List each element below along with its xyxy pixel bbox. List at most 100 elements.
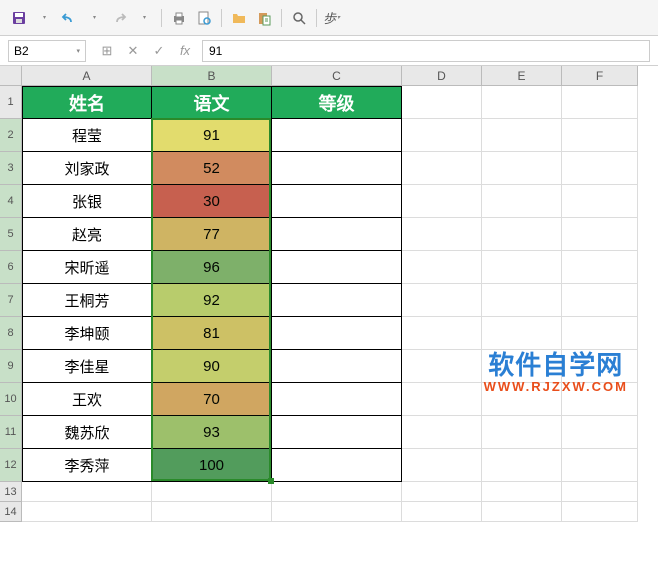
fx-icon[interactable]: fx (172, 40, 198, 62)
grade-cell[interactable] (272, 383, 402, 416)
cell[interactable] (562, 449, 638, 482)
row-header-8[interactable]: 8 (0, 317, 22, 350)
cell[interactable] (402, 251, 482, 284)
cell[interactable] (482, 152, 562, 185)
grade-cell[interactable] (272, 218, 402, 251)
score-cell[interactable]: 92 (152, 284, 272, 317)
cell[interactable] (482, 449, 562, 482)
col-header-F[interactable]: F (562, 66, 638, 86)
grade-cell[interactable] (272, 251, 402, 284)
score-cell[interactable]: 100 (152, 449, 272, 482)
row-header-12[interactable]: 12 (0, 449, 22, 482)
row-header-14[interactable]: 14 (0, 502, 22, 522)
score-cell[interactable]: 70 (152, 383, 272, 416)
cell[interactable] (562, 251, 638, 284)
grade-cell[interactable] (272, 284, 402, 317)
score-cell[interactable]: 91 (152, 119, 272, 152)
name-cell[interactable]: 李佳星 (22, 350, 152, 383)
col-header-B[interactable]: B (152, 66, 272, 86)
row-header-1[interactable]: 1 (0, 86, 22, 119)
name-cell[interactable]: 王桐芳 (22, 284, 152, 317)
row-header-11[interactable]: 11 (0, 416, 22, 449)
cell[interactable] (402, 185, 482, 218)
cancel-icon[interactable]: ✕ (120, 40, 146, 62)
undo-dropdown-icon[interactable]: ▾ (83, 7, 105, 29)
header-cell-0[interactable]: 姓名 (22, 86, 152, 119)
name-cell[interactable]: 魏苏欣 (22, 416, 152, 449)
cell[interactable] (402, 383, 482, 416)
cell[interactable] (482, 317, 562, 350)
cell[interactable] (562, 86, 638, 119)
cell[interactable] (402, 218, 482, 251)
cell[interactable] (482, 86, 562, 119)
cell[interactable] (562, 482, 638, 502)
row-header-3[interactable]: 3 (0, 152, 22, 185)
row-header-5[interactable]: 5 (0, 218, 22, 251)
cell[interactable] (22, 502, 152, 522)
cell[interactable] (562, 350, 638, 383)
score-cell[interactable]: 52 (152, 152, 272, 185)
undo-icon[interactable] (58, 7, 80, 29)
cell[interactable] (482, 218, 562, 251)
col-header-D[interactable]: D (402, 66, 482, 86)
cell[interactable] (562, 218, 638, 251)
cell[interactable] (402, 152, 482, 185)
cell[interactable] (402, 86, 482, 119)
cell[interactable] (482, 482, 562, 502)
cell[interactable] (152, 502, 272, 522)
print-icon[interactable] (168, 7, 190, 29)
cell[interactable] (482, 251, 562, 284)
col-header-E[interactable]: E (482, 66, 562, 86)
cell[interactable] (402, 350, 482, 383)
grade-cell[interactable] (272, 152, 402, 185)
header-cell-1[interactable]: 语文 (152, 86, 272, 119)
name-cell[interactable]: 宋昕遥 (22, 251, 152, 284)
save-icon[interactable] (8, 7, 30, 29)
grade-cell[interactable] (272, 449, 402, 482)
cell[interactable] (402, 284, 482, 317)
redo-dropdown-icon[interactable]: ▾ (133, 7, 155, 29)
cell[interactable] (402, 119, 482, 152)
redo-icon[interactable] (108, 7, 130, 29)
cell[interactable] (152, 482, 272, 502)
paste-icon[interactable] (253, 7, 275, 29)
cell[interactable] (562, 416, 638, 449)
cell[interactable] (402, 416, 482, 449)
row-header-10[interactable]: 10 (0, 383, 22, 416)
cell[interactable] (482, 284, 562, 317)
col-header-A[interactable]: A (22, 66, 152, 86)
cell[interactable] (482, 119, 562, 152)
row-header-13[interactable]: 13 (0, 482, 22, 502)
score-cell[interactable]: 93 (152, 416, 272, 449)
expand-icon[interactable]: ⊞ (94, 40, 120, 62)
name-cell[interactable]: 赵亮 (22, 218, 152, 251)
row-header-4[interactable]: 4 (0, 185, 22, 218)
cell[interactable] (482, 350, 562, 383)
save-dropdown-icon[interactable]: ▾ (33, 7, 55, 29)
cell[interactable] (562, 502, 638, 522)
cell[interactable] (482, 185, 562, 218)
select-all-corner[interactable] (0, 66, 22, 86)
header-cell-2[interactable]: 等级 (272, 86, 402, 119)
cell[interactable] (402, 449, 482, 482)
name-cell[interactable]: 张银 (22, 185, 152, 218)
row-header-6[interactable]: 6 (0, 251, 22, 284)
name-cell[interactable]: 程莹 (22, 119, 152, 152)
formula-input[interactable]: 91 (202, 40, 650, 62)
cell[interactable] (402, 502, 482, 522)
cell[interactable] (482, 416, 562, 449)
name-cell[interactable]: 李秀萍 (22, 449, 152, 482)
row-header-2[interactable]: 2 (0, 119, 22, 152)
name-cell[interactable]: 李坤颐 (22, 317, 152, 350)
sort-icon[interactable]: 歩▾ (323, 7, 340, 29)
row-header-7[interactable]: 7 (0, 284, 22, 317)
cell[interactable] (562, 185, 638, 218)
grade-cell[interactable] (272, 416, 402, 449)
cell[interactable] (402, 317, 482, 350)
col-header-C[interactable]: C (272, 66, 402, 86)
preview-icon[interactable] (193, 7, 215, 29)
score-cell[interactable]: 96 (152, 251, 272, 284)
open-icon[interactable] (228, 7, 250, 29)
cell[interactable] (482, 502, 562, 522)
score-cell[interactable]: 77 (152, 218, 272, 251)
